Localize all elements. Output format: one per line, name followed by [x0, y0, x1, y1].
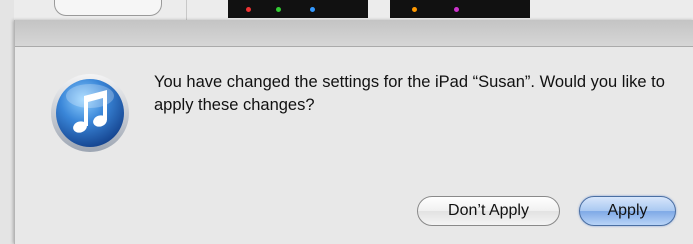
alert-message: You have changed the settings for the iP… — [154, 73, 665, 114]
sheet-top-bar — [15, 20, 693, 47]
background-thumbnail — [228, 0, 368, 18]
background-sidebar-edge — [0, 0, 14, 244]
apply-button[interactable]: Apply — [579, 196, 676, 226]
dont-apply-button[interactable]: Don’t Apply — [417, 196, 560, 226]
background-button — [54, 0, 162, 16]
itunes-icon — [49, 72, 131, 154]
background-thumbnail — [390, 0, 530, 18]
alert-sheet: You have changed the settings for the iP… — [14, 20, 693, 244]
